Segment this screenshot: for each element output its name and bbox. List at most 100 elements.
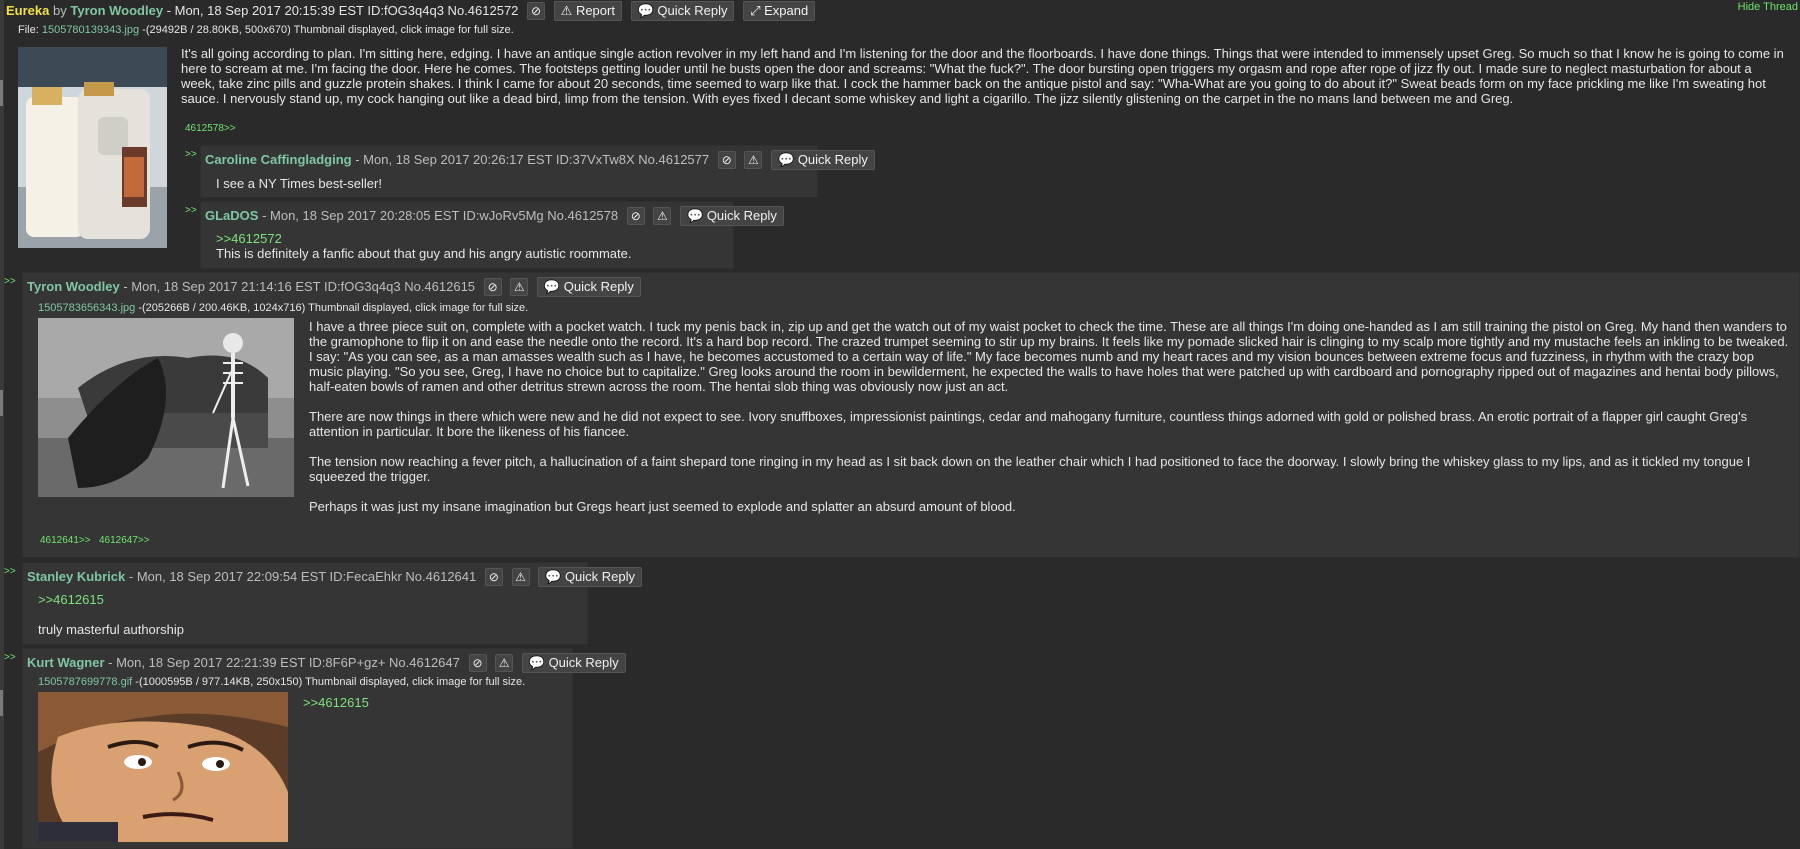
reply-arrow: >>: [4, 652, 16, 663]
reply-comment: I have a three piece suit on, complete w…: [309, 319, 1789, 529]
report-icon[interactable]: ⚠: [653, 207, 672, 225]
op-thumbnail[interactable]: [18, 47, 167, 248]
quick-reply-label: Quick Reply: [564, 569, 636, 584]
backlink[interactable]: 4612578>>: [185, 123, 236, 134]
reply-arrow: >>: [185, 205, 197, 216]
file-details: -(1000595B / 977.14KB, 250x150) Thumbnai…: [132, 676, 526, 688]
hide-icon[interactable]: ⊘: [527, 2, 546, 20]
quote-link[interactable]: >>4612615: [38, 592, 104, 607]
comment-paragraph: There are now things in there which were…: [309, 409, 1748, 439]
reply-post: GLaDOS - Mon, 18 Sep 2017 20:28:05 EST I…: [200, 201, 784, 269]
reply-header: Tyron Woodley - Mon, 18 Sep 2017 21:14:1…: [27, 277, 641, 297]
poster-name[interactable]: Tyron Woodley: [70, 3, 163, 18]
reply-icon: 💬: [543, 279, 561, 294]
quote-link[interactable]: >>4612615: [303, 695, 369, 710]
reply-arrow: >>: [4, 566, 16, 577]
post-meta: - Mon, 18 Sep 2017 20:26:17 EST ID:37VxT…: [351, 152, 710, 167]
reply-post: Stanley Kubrick - Mon, 18 Sep 2017 22:09…: [22, 562, 643, 645]
poster-name[interactable]: Kurt Wagner: [27, 655, 105, 670]
reply-comment: This is definitely a fanfic about that g…: [216, 246, 632, 261]
by-label: by: [53, 3, 67, 18]
post-subject: Eureka: [6, 3, 50, 18]
post-meta: - Mon, 18 Sep 2017 21:14:16 EST ID:fOG3q…: [119, 279, 476, 294]
hide-icon[interactable]: ⊘: [468, 654, 487, 672]
reply-thumbnail[interactable]: [38, 692, 289, 842]
file-link[interactable]: 1505780139343.jpg: [42, 24, 139, 36]
expand-button[interactable]: ⤢ Expand: [743, 1, 816, 21]
reply-icon: 💬: [528, 655, 545, 670]
hide-icon[interactable]: ⊘: [483, 278, 502, 296]
reply-thumbnail-image: [38, 692, 289, 842]
report-label: Report: [575, 3, 615, 18]
warning-icon: ⚠: [560, 3, 573, 18]
poster-name[interactable]: GLaDOS: [205, 208, 258, 223]
report-icon[interactable]: ⚠: [511, 568, 530, 586]
file-info: 1505783656343.jpg -(205266B / 200.46KB, …: [38, 302, 528, 314]
file-link[interactable]: 1505787699778.gif: [38, 676, 132, 688]
reply-header: Kurt Wagner - Mon, 18 Sep 2017 22:21:39 …: [27, 653, 626, 673]
hide-thread-link[interactable]: Hide Thread: [1738, 1, 1798, 13]
reply-header: Caroline Caffingladging - Mon, 18 Sep 20…: [205, 150, 875, 170]
reply-icon: 💬: [545, 569, 562, 584]
op-thumbnail-image: [18, 47, 167, 248]
backlinks: 4612641>> 4612647>>: [40, 535, 150, 546]
reply-thumbnail-image: [38, 318, 294, 497]
quick-reply-label: Quick Reply: [706, 208, 777, 223]
expand-label: Expand: [764, 3, 809, 18]
reply-icon: 💬: [637, 3, 654, 18]
left-marker: [0, 80, 3, 106]
quote-link[interactable]: >>4612572: [216, 231, 282, 246]
reply-header: GLaDOS - Mon, 18 Sep 2017 20:28:05 EST I…: [205, 206, 784, 226]
file-label: File:: [18, 24, 42, 36]
quick-reply-button[interactable]: 💬 Quick Reply: [521, 653, 626, 673]
quick-reply-button[interactable]: 💬 Quick Reply: [630, 1, 735, 21]
quick-reply-label: Quick Reply: [563, 279, 634, 294]
reply-arrow: >>: [4, 276, 16, 287]
poster-name[interactable]: Caroline Caffingladging: [205, 152, 352, 167]
hide-icon[interactable]: ⊘: [484, 568, 503, 586]
reply-post: Kurt Wagner - Mon, 18 Sep 2017 22:21:39 …: [22, 648, 626, 849]
reply-icon: 💬: [778, 152, 795, 167]
reply-post: Tyron Woodley - Mon, 18 Sep 2017 21:14:1…: [22, 272, 1800, 558]
op-file-info: File: 1505780139343.jpg -(29492B / 28.80…: [18, 24, 514, 36]
file-link[interactable]: 1505783656343.jpg: [38, 302, 135, 314]
reply-post: Caroline Caffingladging - Mon, 18 Sep 20…: [200, 145, 875, 198]
post-meta: - Mon, 18 Sep 2017 20:15:39 EST ID:fOG3q…: [163, 3, 519, 18]
quick-reply-label: Quick Reply: [797, 152, 868, 167]
poster-name[interactable]: Stanley Kubrick: [27, 569, 125, 584]
backlink[interactable]: 4612647>>: [99, 535, 150, 546]
left-marker: [0, 690, 3, 716]
post-meta: - Mon, 18 Sep 2017 20:28:05 EST ID:wJoRv…: [258, 208, 619, 223]
op-comment: It's all going according to plan. I'm si…: [181, 46, 1784, 106]
quick-reply-button[interactable]: 💬 Quick Reply: [538, 567, 643, 587]
comment-paragraph: The tension now reaching a fever pitch, …: [309, 454, 1751, 484]
op-header: Eureka by Tyron Woodley - Mon, 18 Sep 20…: [6, 1, 816, 21]
backlink[interactable]: 4612641>>: [40, 535, 91, 546]
report-icon[interactable]: ⚠: [495, 654, 514, 672]
report-icon[interactable]: ⚠: [510, 278, 529, 296]
quick-reply-label: Quick Reply: [548, 655, 619, 670]
quick-reply-label: Quick Reply: [657, 3, 728, 18]
reply-thumbnail[interactable]: [38, 318, 294, 497]
comment-paragraph: Perhaps it was just my insane imaginatio…: [309, 499, 1016, 514]
post-meta: - Mon, 18 Sep 2017 22:21:39 EST ID:8F6P+…: [104, 655, 460, 670]
left-marker: [0, 390, 3, 416]
reply-comment: truly masterful authorship: [38, 622, 184, 637]
report-button[interactable]: ⚠ Report: [553, 1, 622, 21]
hide-icon[interactable]: ⊘: [717, 151, 736, 169]
quick-reply-button[interactable]: 💬 Quick Reply: [771, 150, 875, 170]
quick-reply-button[interactable]: 💬 Quick Reply: [680, 206, 784, 226]
reply-icon: 💬: [687, 208, 704, 223]
poster-name[interactable]: Tyron Woodley: [27, 279, 120, 294]
quick-reply-button[interactable]: 💬 Quick Reply: [536, 277, 641, 297]
expand-icon: ⤢: [750, 3, 761, 18]
file-info: 1505787699778.gif -(1000595B / 977.14KB,…: [38, 676, 525, 688]
comment-paragraph: I have a three piece suit on, complete w…: [309, 319, 1789, 394]
post-meta: - Mon, 18 Sep 2017 22:09:54 EST ID:FecaE…: [125, 569, 477, 584]
report-icon[interactable]: ⚠: [744, 151, 763, 169]
hide-icon[interactable]: ⊘: [626, 207, 645, 225]
file-details: -(29492B / 28.80KB, 500x670) Thumbnail d…: [139, 24, 514, 36]
reply-comment: I see a NY Times best-seller!: [216, 176, 382, 191]
reply-header: Stanley Kubrick - Mon, 18 Sep 2017 22:09…: [27, 567, 643, 587]
reply-arrow: >>: [185, 149, 197, 160]
